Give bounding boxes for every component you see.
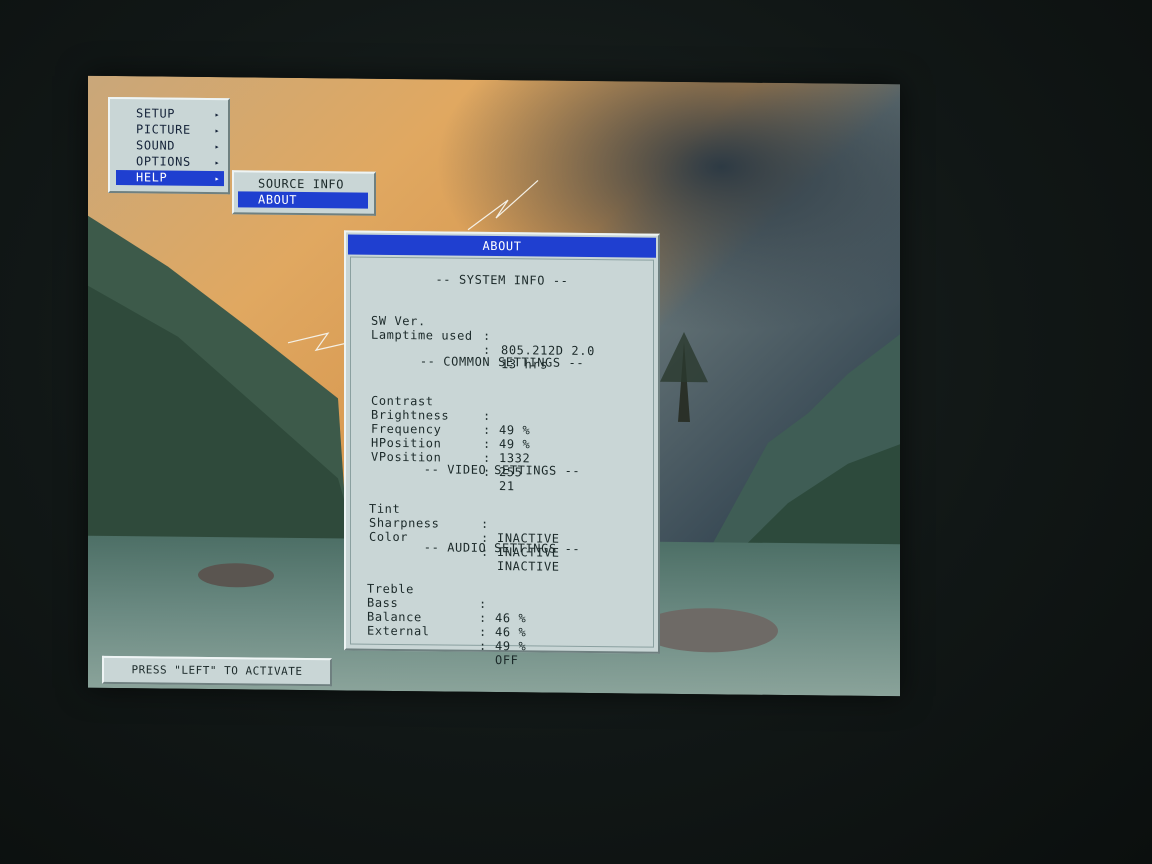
info-value: 46 % bbox=[495, 625, 527, 640]
menu-item-label: OPTIONS bbox=[136, 154, 191, 169]
submenu-item-about[interactable]: ABOUT bbox=[238, 191, 368, 209]
info-row: External : OFF bbox=[367, 610, 627, 668]
info-value: OFF bbox=[495, 653, 519, 668]
info-row: Color : INACTIVE bbox=[369, 516, 629, 574]
submenu-item-label: ABOUT bbox=[258, 192, 298, 207]
about-dialog: ABOUT -- SYSTEM INFO -- SW Ver. : 805.21… bbox=[344, 230, 660, 668]
info-separator: : bbox=[483, 328, 491, 343]
info-label: External bbox=[367, 623, 430, 639]
menu-item-setup[interactable]: SETUP ▸ bbox=[116, 106, 224, 122]
help-submenu: SOURCE INFO ABOUT bbox=[232, 170, 376, 216]
menu-item-picture[interactable]: PICTURE ▸ bbox=[116, 122, 224, 138]
submenu-item-label: SOURCE INFO bbox=[258, 176, 345, 192]
menu-item-sound[interactable]: SOUND ▸ bbox=[116, 138, 224, 154]
about-body: -- SYSTEM INFO -- SW Ver. : 805.212D 2.0… bbox=[350, 256, 654, 668]
submenu-item-source-info[interactable]: SOURCE INFO bbox=[238, 175, 368, 192]
chevron-right-icon: ▸ bbox=[214, 174, 220, 184]
menu-item-options[interactable]: OPTIONS ▸ bbox=[116, 154, 224, 170]
menu-item-label: SETUP bbox=[136, 106, 176, 121]
menu-item-label: SOUND bbox=[136, 138, 176, 153]
info-label: Lamptime used bbox=[371, 327, 473, 343]
info-row: Lamptime used : 13 hrs bbox=[371, 314, 631, 372]
menu-item-help[interactable]: HELP ▸ bbox=[116, 170, 224, 187]
system-info-heading: -- SYSTEM INFO -- bbox=[435, 272, 569, 288]
info-row: VPosition : 21 bbox=[371, 436, 631, 494]
activation-hint: PRESS "LEFT" TO ACTIVATE bbox=[102, 655, 332, 687]
about-title: ABOUT bbox=[348, 234, 656, 258]
projector-screen: SETUP ▸ PICTURE ▸ SOUND ▸ OPTIONS ▸ HELP… bbox=[88, 75, 900, 697]
chevron-right-icon: ▸ bbox=[214, 110, 220, 120]
info-value: 49 % bbox=[495, 639, 527, 654]
info-separator: : bbox=[479, 638, 487, 653]
chevron-right-icon: ▸ bbox=[214, 142, 220, 152]
menu-item-label: PICTURE bbox=[136, 122, 191, 137]
chevron-right-icon: ▸ bbox=[214, 126, 220, 136]
menu-item-label: HELP bbox=[136, 170, 168, 185]
main-menu: SETUP ▸ PICTURE ▸ SOUND ▸ OPTIONS ▸ HELP… bbox=[108, 96, 230, 195]
info-separator: : bbox=[479, 624, 487, 639]
chevron-right-icon: ▸ bbox=[214, 158, 220, 168]
